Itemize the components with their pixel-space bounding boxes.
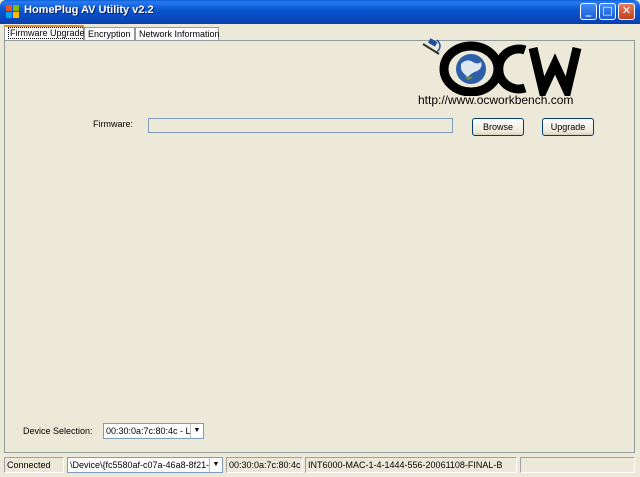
device-selection-value: 00:30:0a:7c:80:4c - L (106, 426, 191, 436)
ocw-logo-graphic (422, 38, 582, 104)
ocw-logo[interactable]: http://www.ocworkbench.com (413, 36, 593, 110)
minimize-button[interactable]: _ (580, 3, 597, 20)
antenna-icon (422, 38, 441, 55)
device-path-value: \Device\{fc5580af-c07a-46a8-8f21-( (70, 460, 213, 470)
device-path-dropdown[interactable]: \Device\{fc5580af-c07a-46a8-8f21-( ▼ (67, 457, 223, 473)
main-window: HomePlug AV Utility v2.2 _ □ ✕ Firmware … (0, 0, 640, 477)
browse-button[interactable]: Browse (472, 118, 524, 136)
upgrade-button[interactable]: Upgrade (542, 118, 594, 136)
firmware-label: Firmware: (93, 119, 133, 129)
status-firmware-version: INT6000-MAC-1-4-1444-556-20061108-FINAL-… (305, 457, 517, 473)
tab-label: Network Information (139, 29, 220, 39)
close-button[interactable]: ✕ (618, 3, 635, 20)
status-mac-address: 00:30:0a:7c:80:4c (226, 457, 303, 473)
tab-label: Encryption (88, 29, 131, 39)
device-selection-dropdown[interactable]: 00:30:0a:7c:80:4c - L ▼ (103, 423, 204, 439)
firmware-path-field[interactable] (148, 118, 453, 133)
maximize-button[interactable]: □ (599, 3, 616, 20)
tab-network-information[interactable]: Network Information (135, 27, 220, 40)
status-extra (520, 457, 635, 473)
chevron-down-icon[interactable]: ▼ (209, 458, 222, 472)
app-icon[interactable] (6, 5, 20, 19)
title-bar[interactable]: HomePlug AV Utility v2.2 _ □ ✕ (0, 0, 640, 24)
tab-firmware-upgrade[interactable]: Firmware Upgrade (4, 25, 87, 41)
device-selection-label: Device Selection: (23, 426, 93, 436)
logo-url-link[interactable]: http://www.ocworkbench.com (418, 93, 573, 107)
window-title: HomePlug AV Utility v2.2 (24, 4, 154, 16)
status-bar: Connected \Device\{fc5580af-c07a-46a8-8f… (0, 455, 640, 477)
chevron-down-icon[interactable]: ▼ (190, 424, 203, 438)
tab-encryption[interactable]: Encryption (84, 27, 135, 40)
status-connection: Connected (4, 457, 64, 473)
tab-label: Firmware Upgrade (8, 27, 87, 39)
